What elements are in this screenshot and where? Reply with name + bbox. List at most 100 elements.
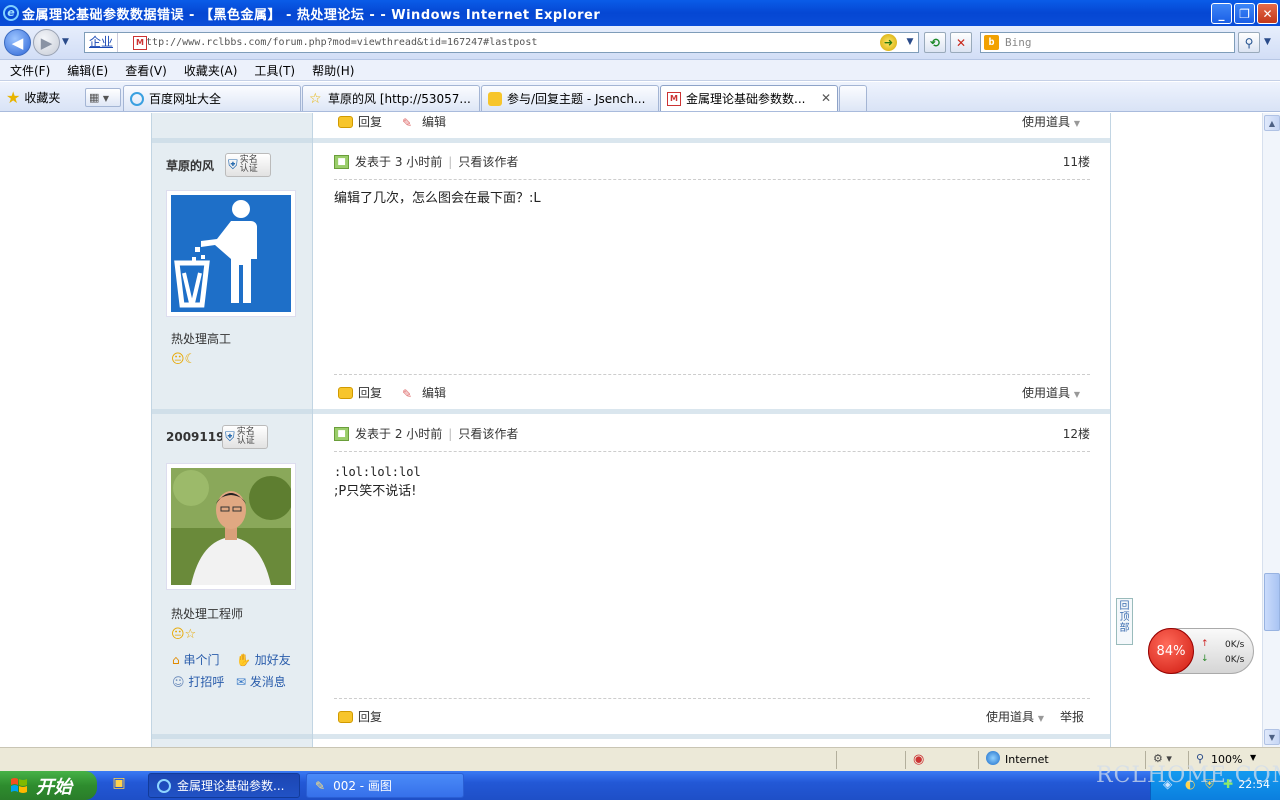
upload-rate: 0K/s bbox=[1225, 640, 1245, 650]
tab-baidu[interactable]: 百度网址大全 bbox=[123, 85, 301, 111]
privacy-eye-icon[interactable]: ◉ bbox=[913, 752, 924, 767]
avatar[interactable] bbox=[166, 463, 296, 590]
taskbar-item-label: 002 - 画图 bbox=[333, 779, 392, 793]
only-author-link[interactable]: 只看该作者 bbox=[458, 153, 518, 170]
send-message-link[interactable]: ✉ 发消息 bbox=[236, 673, 286, 690]
author-name[interactable]: 草原的风 bbox=[166, 157, 214, 174]
link-label: 发消息 bbox=[249, 675, 286, 689]
scroll-down-icon[interactable]: ▼ bbox=[1264, 729, 1280, 745]
address-bar[interactable]: 企业 M http://www.rclbbs.com/forum.php?mod… bbox=[84, 32, 919, 53]
verified-badge: ⛨ 实名认证 bbox=[222, 425, 268, 449]
post-divider bbox=[152, 409, 1110, 414]
shield-icon: ⛨ bbox=[225, 429, 235, 445]
minimize-button[interactable]: _ bbox=[1211, 3, 1232, 24]
address-toolbar: ◀ ▶ ▼ 企业 M http://www.rclbbs.com/forum.p… bbox=[0, 26, 1280, 60]
edit-button[interactable]: ✎ 编辑 bbox=[402, 113, 446, 130]
add-friend-link[interactable]: ✋ 加好友 bbox=[236, 651, 291, 668]
memory-usage-indicator[interactable]: 84% bbox=[1148, 628, 1194, 674]
tools-label: 使用道具 bbox=[1022, 386, 1071, 400]
reply-button[interactable]: 回复 bbox=[338, 113, 382, 130]
chevron-down-icon: ▼ bbox=[1073, 390, 1080, 399]
menu-edit[interactable]: 编辑(E) bbox=[67, 62, 108, 79]
chevron-down-icon: ▼ bbox=[102, 94, 110, 103]
menu-view[interactable]: 查看(V) bbox=[125, 62, 167, 79]
avatar[interactable] bbox=[166, 190, 296, 317]
search-input[interactable]: b Bing bbox=[980, 32, 1235, 53]
maximize-button[interactable]: ❐ bbox=[1234, 3, 1255, 24]
refresh-button[interactable]: ⟲ bbox=[924, 32, 946, 53]
title-bar: e 金属理论基础参数数据错误 - 【黑色金属】 - 热处理论坛 - - Wind… bbox=[0, 0, 1280, 26]
shield-icon: ⛨ bbox=[228, 157, 238, 173]
floor-number[interactable]: 11楼 bbox=[1063, 153, 1090, 170]
tools-label: 使用道具 bbox=[1022, 115, 1071, 129]
ie-logo-icon bbox=[157, 778, 171, 793]
paint-brush-icon: ✎ bbox=[315, 778, 326, 793]
favorites-button[interactable]: ★ 收藏夹 bbox=[6, 88, 60, 107]
menu-help[interactable]: 帮助(H) bbox=[312, 62, 354, 79]
tab-current[interactable]: M 金属理论基础参数数... ✕ bbox=[660, 85, 838, 111]
menu-tools[interactable]: 工具(T) bbox=[254, 62, 295, 79]
post-content-line: ;P只笑不说话! bbox=[334, 484, 417, 499]
post-meta: ■ 发表于 3 小时前 | 只看该作者 bbox=[334, 153, 518, 170]
report-link[interactable]: 举报 bbox=[1060, 708, 1084, 725]
use-tools-dropdown[interactable]: 使用道具 ▼ bbox=[1022, 384, 1080, 401]
reply-button[interactable]: 回复 bbox=[338, 708, 382, 725]
greet-link[interactable]: ☺ 打招呼 bbox=[172, 673, 224, 690]
globe-icon bbox=[986, 751, 1000, 765]
floor-number[interactable]: 12楼 bbox=[1063, 425, 1090, 442]
star-icon: ★ bbox=[6, 88, 21, 107]
vertical-scrollbar[interactable]: ▲ ▼ bbox=[1262, 113, 1280, 747]
menu-favorites[interactable]: 收藏夹(A) bbox=[184, 62, 238, 79]
back-to-top-button[interactable]: 回 顶 部 bbox=[1116, 598, 1133, 645]
post-divider bbox=[152, 138, 1110, 143]
user-rank: 热处理工程师 bbox=[171, 607, 244, 621]
tab-close-icon[interactable]: ✕ bbox=[821, 91, 831, 105]
zone-selector[interactable]: 企业 bbox=[85, 33, 119, 52]
quick-launch-icon[interactable]: ▣ bbox=[108, 775, 130, 796]
taskbar-item-ie[interactable]: 金属理论基础参数... bbox=[148, 773, 300, 798]
link-label: 打招呼 bbox=[188, 675, 225, 689]
zoom-dropdown-icon[interactable]: ▼ bbox=[1250, 753, 1256, 762]
edit-button[interactable]: ✎ 编辑 bbox=[402, 384, 446, 401]
tab-bar: ★ 收藏夹 ▦ ▼ 百度网址大全 ☆ 草原的风 [http://53057...… bbox=[0, 82, 1280, 112]
search-options-dropdown[interactable]: ▼ bbox=[1264, 37, 1271, 47]
post-content: 编辑了几次，怎么图会在最下面？:L bbox=[334, 191, 541, 206]
refresh-icon: ⟲ bbox=[929, 35, 941, 50]
status-bar: ◉ Internet ⚙ ▾ ⚲ 100% ▼ bbox=[0, 747, 1280, 771]
scroll-thumb[interactable] bbox=[1264, 573, 1280, 631]
search-button[interactable]: ⚲ bbox=[1238, 32, 1260, 53]
start-button[interactable]: 开始 bbox=[0, 771, 97, 800]
url-input[interactable]: http://www.rclbbs.com/forum.php?mod=view… bbox=[140, 37, 537, 48]
use-tools-dropdown[interactable]: 使用道具 ▼ bbox=[1022, 113, 1080, 130]
back-button[interactable]: ◀ bbox=[4, 29, 31, 56]
stop-icon: ✕ bbox=[955, 35, 967, 50]
only-author-link[interactable]: 只看该作者 bbox=[458, 425, 518, 442]
scroll-up-icon[interactable]: ▲ bbox=[1264, 115, 1280, 131]
user-photo-avatar bbox=[171, 468, 293, 585]
menu-file[interactable]: 文件(F) bbox=[10, 62, 50, 79]
security-zone[interactable]: Internet bbox=[1005, 753, 1049, 766]
window-title: 金属理论基础参数数据错误 - 【黑色金属】 - 热处理论坛 - - Window… bbox=[22, 7, 601, 23]
taskbar-item-paint[interactable]: ✎ 002 - 画图 bbox=[306, 773, 464, 798]
reply-label: 回复 bbox=[358, 710, 383, 724]
menu-bar: 文件(F) 编辑(E) 查看(V) 收藏夹(A) 工具(T) 帮助(H) bbox=[0, 60, 1280, 81]
quick-tabs-button[interactable]: ▦ ▼ bbox=[85, 88, 121, 107]
reply-bubble-icon bbox=[338, 386, 353, 399]
tab-reply-topic[interactable]: 参与/回复主题 - Jsench... bbox=[481, 85, 659, 111]
forward-button[interactable]: ▶ bbox=[33, 29, 60, 56]
recent-pages-dropdown[interactable]: ▼ bbox=[62, 37, 69, 47]
post-divider bbox=[334, 451, 1090, 452]
taskbar-item-label: 金属理论基础参数... bbox=[177, 779, 285, 793]
close-window-button[interactable]: ✕ bbox=[1257, 3, 1278, 24]
compatibility-icon[interactable]: ➜ bbox=[880, 34, 897, 51]
new-tab-button[interactable] bbox=[839, 85, 867, 111]
use-tools-dropdown[interactable]: 使用道具 ▼ bbox=[986, 708, 1044, 725]
reply-button[interactable]: 回复 bbox=[338, 384, 382, 401]
author-name[interactable]: 2009119 bbox=[166, 430, 224, 444]
address-dropdown-icon[interactable]: ▼ bbox=[903, 34, 917, 51]
visit-space-link[interactable]: ⌂ 串个门 bbox=[172, 651, 219, 668]
stop-button[interactable]: ✕ bbox=[950, 32, 972, 53]
download-rate: 0K/s bbox=[1225, 655, 1245, 665]
tab-caoyuan[interactable]: ☆ 草原的风 [http://53057... bbox=[302, 85, 480, 111]
reply-bubble-icon bbox=[338, 710, 353, 723]
